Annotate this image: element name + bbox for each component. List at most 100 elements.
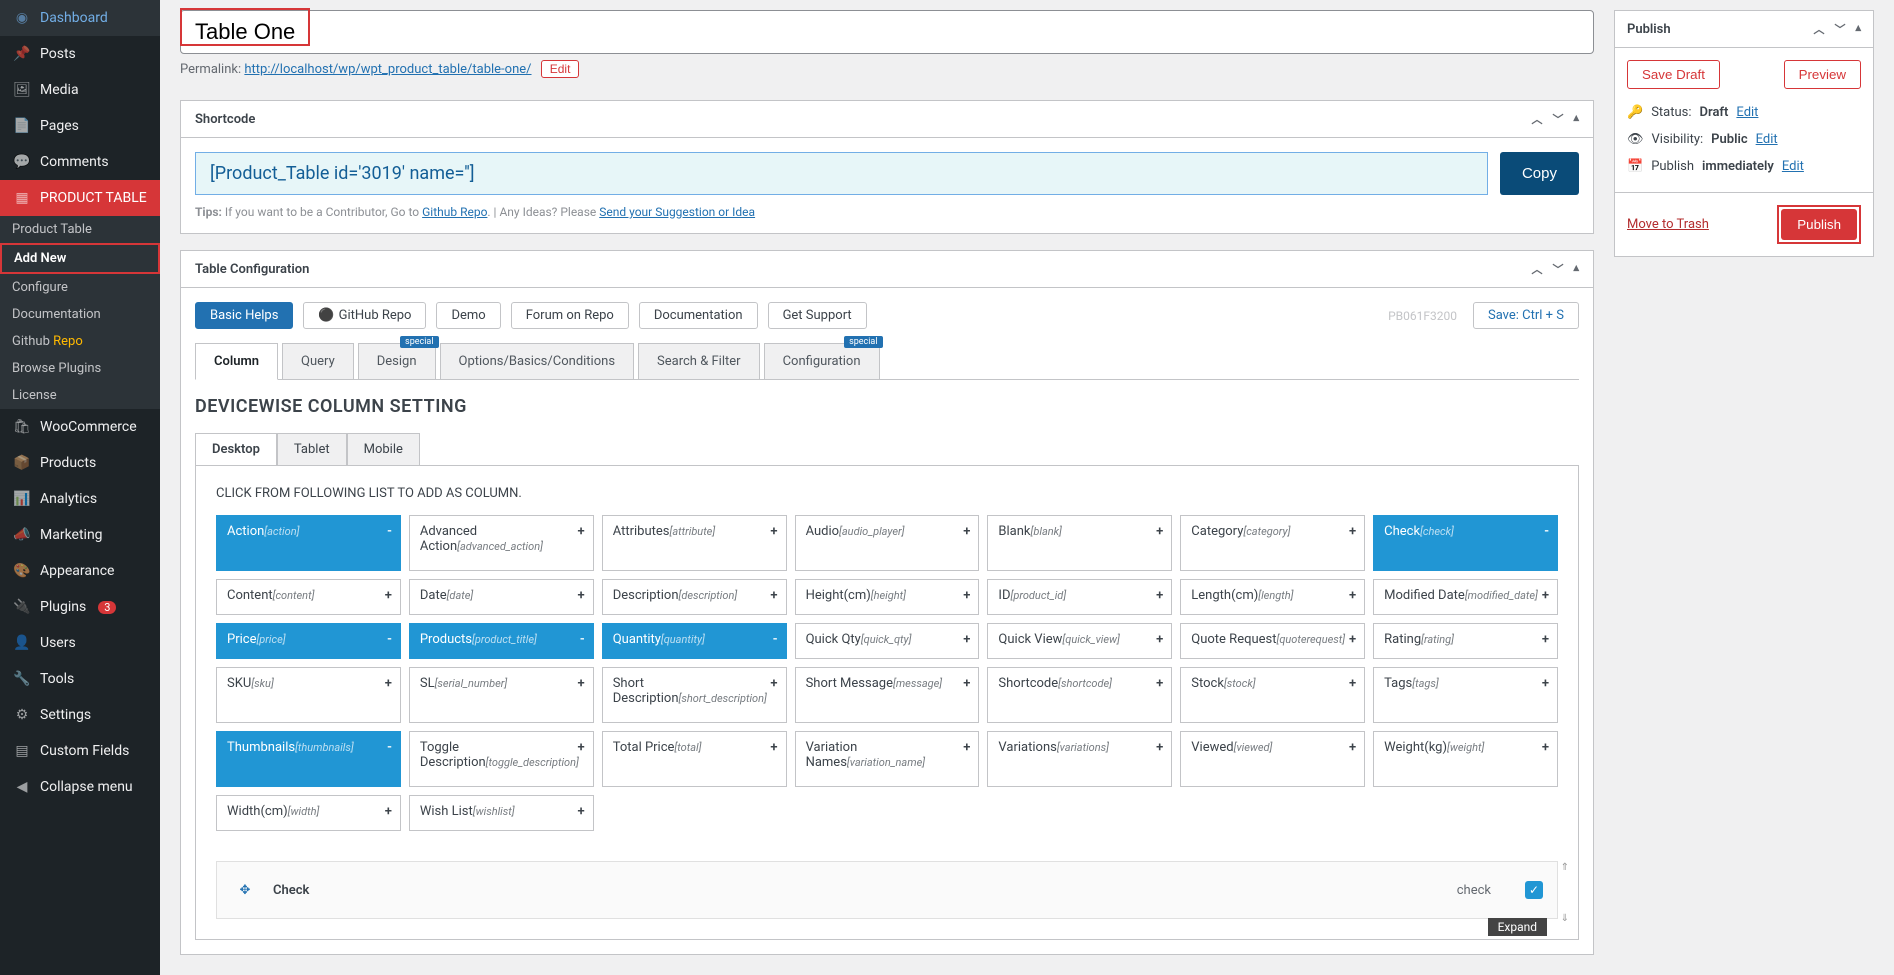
chevron-up-icon[interactable]: ︿	[1531, 261, 1542, 277]
device-tab-tablet[interactable]: Tablet	[277, 433, 347, 466]
column-chip[interactable]: Description[description]+	[602, 579, 787, 615]
column-chip[interactable]: Length(cm)[length]+	[1180, 579, 1365, 615]
column-chip[interactable]: Content[content]+	[216, 579, 401, 615]
visibility-edit-link[interactable]: Edit	[1756, 132, 1778, 147]
tab-design[interactable]: Designspecial	[358, 343, 436, 379]
column-chip[interactable]: Quick View[quick_view]+	[987, 623, 1172, 659]
save-hint[interactable]: Save: Ctrl + S	[1473, 302, 1579, 329]
post-title-input[interactable]	[180, 10, 1594, 54]
sidebar-sub-product-table[interactable]: Product Table	[0, 216, 160, 243]
publish-button[interactable]: Publish	[1781, 209, 1857, 240]
shortcode-value[interactable]: [Product_Table id='3019' name='']	[195, 152, 1488, 195]
column-chip[interactable]: Total Price[total]+	[602, 731, 787, 787]
sidebar-item-media[interactable]: 🖼Media	[0, 72, 160, 108]
column-chip[interactable]: Advanced Action[advanced_action]+	[409, 515, 594, 571]
sidebar-item-analytics[interactable]: 📊Analytics	[0, 481, 160, 517]
permalink-edit-button[interactable]: Edit	[541, 60, 580, 78]
sidebar-item-dashboard[interactable]: ◉Dashboard	[0, 0, 160, 36]
check-toggle[interactable]: ✓	[1525, 881, 1543, 899]
sidebar-sub-configure[interactable]: Configure	[0, 274, 160, 301]
column-chip[interactable]: Toggle Description[toggle_description]+	[409, 731, 594, 787]
toggle-icon[interactable]: ▴	[1573, 111, 1579, 127]
preview-button[interactable]: Preview	[1784, 60, 1861, 89]
tips-suggestion-link[interactable]: Send your Suggestion or Idea	[599, 205, 755, 219]
tab-query[interactable]: Query	[282, 343, 354, 379]
column-chip[interactable]: Date[date]+	[409, 579, 594, 615]
copy-button[interactable]: Copy	[1500, 152, 1579, 195]
pill-forum[interactable]: Forum on Repo	[511, 302, 629, 329]
column-chip[interactable]: Attributes[attribute]+	[602, 515, 787, 571]
column-chip[interactable]: Wish List[wishlist]+	[409, 795, 594, 831]
column-chip[interactable]: Tags[tags]+	[1373, 667, 1558, 723]
device-tab-mobile[interactable]: Mobile	[347, 433, 420, 466]
pill-basic-helps[interactable]: Basic Helps	[195, 302, 293, 329]
sidebar-sub-license[interactable]: License	[0, 382, 160, 409]
sidebar-item-collapse[interactable]: ◀Collapse menu	[0, 769, 160, 805]
device-tab-desktop[interactable]: Desktop	[195, 433, 277, 466]
column-chip[interactable]: Variations[variations]+	[987, 731, 1172, 787]
selected-column-row[interactable]: ✥ Check check ✓ Expand ⇑⇓	[216, 861, 1558, 919]
column-chip[interactable]: SKU[sku]+	[216, 667, 401, 723]
tab-search[interactable]: Search & Filter	[638, 343, 760, 379]
tab-configuration[interactable]: Configurationspecial	[764, 343, 880, 379]
sidebar-sub-documentation[interactable]: Documentation	[0, 301, 160, 328]
column-chip[interactable]: Variation Names[variation_name]+	[795, 731, 980, 787]
column-chip[interactable]: Quantity[quantity]-	[602, 623, 787, 659]
tab-column[interactable]: Column	[195, 343, 278, 380]
column-chip[interactable]: ID[product_id]+	[987, 579, 1172, 615]
sidebar-item-posts[interactable]: 📌Posts	[0, 36, 160, 72]
permalink-url[interactable]: http://localhost/wp/wpt_product_table/ta…	[244, 62, 531, 77]
status-edit-link[interactable]: Edit	[1736, 105, 1758, 120]
sidebar-item-users[interactable]: 👤Users	[0, 625, 160, 661]
column-chip[interactable]: Weight(kg)[weight]+	[1373, 731, 1558, 787]
sidebar-item-woocommerce[interactable]: 🛍WooCommerce	[0, 409, 160, 445]
sidebar-item-custom-fields[interactable]: ▤Custom Fields	[0, 733, 160, 769]
column-chip[interactable]: Quote Request[quoterequest]+	[1180, 623, 1365, 659]
column-chip[interactable]: Action[action]-	[216, 515, 401, 571]
tips-github-link[interactable]: Github Repo	[422, 205, 487, 219]
drag-handle-icon[interactable]: ✥	[231, 876, 259, 904]
column-chip[interactable]: Rating[rating]+	[1373, 623, 1558, 659]
column-chip[interactable]: SL[serial_number]+	[409, 667, 594, 723]
sidebar-item-settings[interactable]: ⚙Settings	[0, 697, 160, 733]
sidebar-item-marketing[interactable]: 📣Marketing	[0, 517, 160, 553]
column-chip[interactable]: Products[product_title]-	[409, 623, 594, 659]
column-chip[interactable]: Width(cm)[width]+	[216, 795, 401, 831]
column-chip[interactable]: Category[category]+	[1180, 515, 1365, 571]
column-chip[interactable]: Height(cm)[height]+	[795, 579, 980, 615]
chevron-up-icon[interactable]: ︿	[1813, 21, 1824, 37]
sidebar-item-tools[interactable]: 🔧Tools	[0, 661, 160, 697]
sidebar-sub-browse-plugins[interactable]: Browse Plugins	[0, 355, 160, 382]
pill-demo[interactable]: Demo	[436, 302, 500, 329]
column-chip[interactable]: Stock[stock]+	[1180, 667, 1365, 723]
toggle-icon[interactable]: ▴	[1855, 21, 1861, 37]
sidebar-item-plugins[interactable]: 🔌Plugins3	[0, 589, 160, 625]
save-draft-button[interactable]: Save Draft	[1627, 60, 1720, 89]
sidebar-sub-add-new[interactable]: Add New	[0, 243, 160, 274]
column-chip[interactable]: Quick Qty[quick_qty]+	[795, 623, 980, 659]
sidebar-item-appearance[interactable]: 🎨Appearance	[0, 553, 160, 589]
column-chip[interactable]: Audio[audio_player]+	[795, 515, 980, 571]
pill-documentation[interactable]: Documentation	[639, 302, 758, 329]
chevron-down-icon[interactable]: ﹀	[1834, 21, 1845, 37]
column-chip[interactable]: Shortcode[shortcode]+	[987, 667, 1172, 723]
sidebar-sub-github[interactable]: Github Repo	[0, 328, 160, 355]
column-chip[interactable]: Thumbnails[thumbnails]-	[216, 731, 401, 787]
pill-github[interactable]: ⚫GitHub Repo	[303, 302, 426, 329]
column-chip[interactable]: Check[check]-	[1373, 515, 1558, 571]
column-chip[interactable]: Short Description[short_description]+	[602, 667, 787, 723]
chevron-down-icon[interactable]: ﹀	[1552, 111, 1563, 127]
move-to-trash-link[interactable]: Move to Trash	[1627, 217, 1709, 232]
chevron-up-icon[interactable]: ︿	[1531, 111, 1542, 127]
pill-support[interactable]: Get Support	[768, 302, 867, 329]
tab-options[interactable]: Options/Basics/Conditions	[440, 343, 635, 379]
column-chip[interactable]: Blank[blank]+	[987, 515, 1172, 571]
column-chip[interactable]: Viewed[viewed]+	[1180, 731, 1365, 787]
column-chip[interactable]: Modified Date[modified_date]+	[1373, 579, 1558, 615]
column-chip[interactable]: Price[price]-	[216, 623, 401, 659]
sidebar-item-comments[interactable]: 💬Comments	[0, 144, 160, 180]
sidebar-item-pages[interactable]: 📄Pages	[0, 108, 160, 144]
toggle-icon[interactable]: ▴	[1573, 261, 1579, 277]
chevron-down-icon[interactable]: ﹀	[1552, 261, 1563, 277]
sidebar-item-products[interactable]: 📦Products	[0, 445, 160, 481]
